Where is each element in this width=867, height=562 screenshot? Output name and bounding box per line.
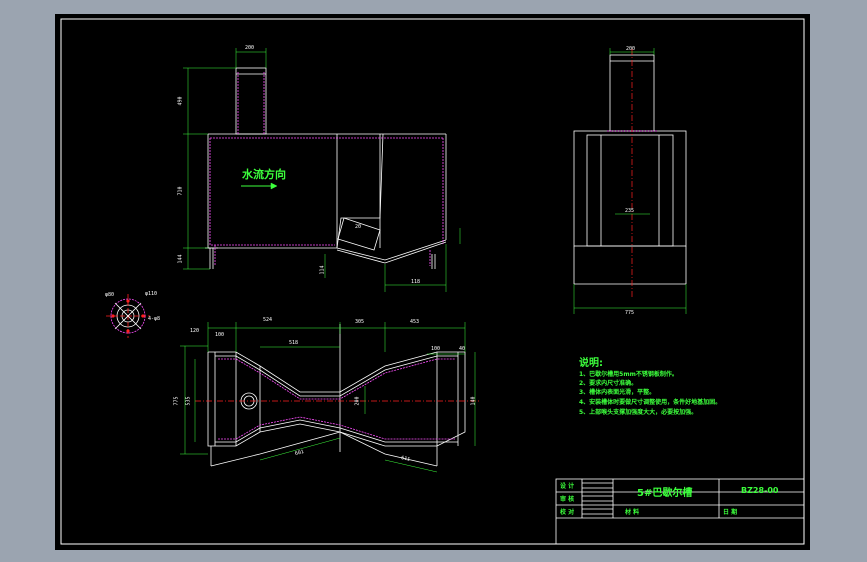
dim-plan-d: 305 xyxy=(355,319,365,325)
title-block-designer: 设 计 xyxy=(560,483,575,490)
dim-flange-outer: φ110 xyxy=(145,291,158,297)
dim-gate-length: 118 xyxy=(411,279,421,285)
dim-gate-height: 114 xyxy=(319,265,326,275)
side-view-dims xyxy=(573,48,687,314)
note-line-3: 3、槽体内表面光滑，平整。 xyxy=(579,389,656,396)
dim-plan-i: 775 xyxy=(173,396,180,406)
drawing-sheet: 水流方向 200 490 710 144 114 118 20 200 235 … xyxy=(55,14,810,550)
plan-view xyxy=(207,324,466,467)
dim-plan-j: 535 xyxy=(185,396,192,406)
title-block-process: 校 对 xyxy=(560,509,575,516)
dim-plan-a: 120 xyxy=(190,328,200,334)
dim-side-width: 775 xyxy=(625,310,635,316)
date-label: 日 期 xyxy=(723,509,738,516)
note-line-2: 2、要求内尺寸准确。 xyxy=(579,380,638,387)
dim-side-chimney: 200 xyxy=(626,46,636,52)
dim-flange-bolts: 4-φ8 xyxy=(148,316,161,322)
dim-chimney-width: 200 xyxy=(245,45,255,51)
dim-plan-f: 100 xyxy=(431,346,441,352)
note-line-5: 5、上部喉头支撑加强度大大，必要按加强。 xyxy=(579,409,698,416)
note-line-4: 4、安装槽体时要做尺寸调整使用，条件好地基加固。 xyxy=(579,399,722,406)
drawing-number: BZ28-00 xyxy=(741,486,779,495)
side-view xyxy=(573,54,687,285)
note-line-1: 1、巴歇尔槽用5mm不锈钢板制作。 xyxy=(579,371,678,378)
plan-view-dims xyxy=(180,322,476,473)
flange-detail xyxy=(106,294,150,338)
material-label: 材 料 xyxy=(625,509,640,516)
dim-side-inner: 235 xyxy=(625,208,635,214)
dim-plan-g: 40 xyxy=(459,346,466,352)
dim-plan-c: 524 xyxy=(263,317,273,323)
dim-plan-h: 518 xyxy=(289,340,299,346)
dim-box-height: 710 xyxy=(177,186,184,196)
title-block-checker: 审 核 xyxy=(560,496,575,503)
flow-direction-label: 水流方向 xyxy=(242,168,286,181)
drawing-name: 5#巴歇尔槽 xyxy=(637,488,693,499)
dim-plan-b: 100 xyxy=(215,332,225,338)
dim-leg-height: 144 xyxy=(177,254,184,264)
front-view-dims xyxy=(183,48,461,292)
dim-plan-n: 140 xyxy=(470,396,477,406)
dim-plan-e: 453 xyxy=(410,319,420,325)
cad-drawing xyxy=(60,18,805,545)
notes-title: 说明: xyxy=(579,358,603,369)
dim-chimney-height: 490 xyxy=(177,96,184,106)
dim-gate-small: 20 xyxy=(355,224,362,230)
dim-flange-inner: φ80 xyxy=(105,292,115,298)
dim-plan-k: 200 xyxy=(354,396,361,406)
